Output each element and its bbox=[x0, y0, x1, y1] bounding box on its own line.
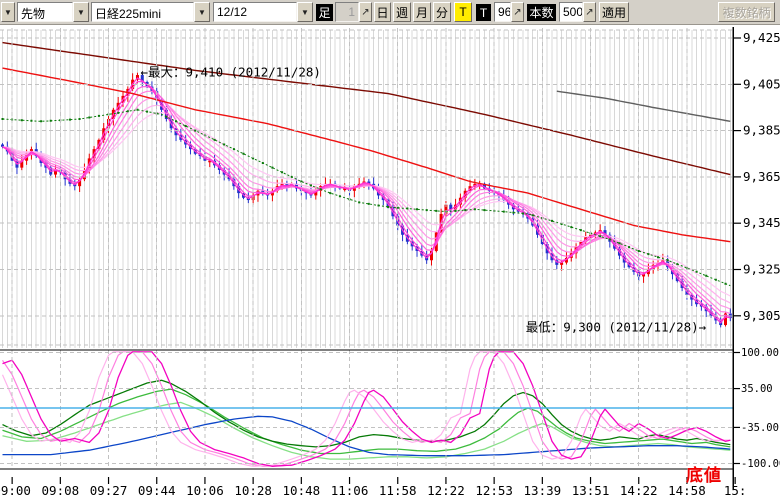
annotations: ←最大：9,410 (2012/11/28) 最低：9,300 (2012/11/… bbox=[140, 65, 706, 335]
time-axis-label: 09:27 bbox=[90, 483, 128, 498]
ma-dotted-green bbox=[3, 110, 731, 286]
dropdown-arrow-icon[interactable]: ▼ bbox=[297, 2, 313, 22]
diagonal-spinner-icon[interactable]: ↗ bbox=[583, 2, 596, 22]
interval-stepper[interactable]: 1 ↗ bbox=[335, 2, 372, 22]
time-axis-label: 11:06 bbox=[331, 483, 369, 498]
time-axis: 09:00 09:08 09:27 09:44 10:06 10:28 10:48 11:06… bbox=[0, 477, 746, 498]
candles-layer bbox=[1, 72, 732, 327]
collapsed-combo-button[interactable]: ▼ bbox=[1, 2, 15, 22]
market-combo[interactable]: 先物 ▼ bbox=[17, 2, 89, 22]
ribbon-ema-line bbox=[3, 91, 731, 313]
tick-mode-label: T bbox=[476, 4, 491, 21]
oscillator-axis-label: -100.00 bbox=[741, 458, 780, 470]
diagonal-spinner-icon[interactable]: ↗ bbox=[511, 2, 524, 22]
price-axis-label: 9,365 bbox=[743, 169, 780, 184]
multi-symbol-button[interactable]: 複数銘柄 bbox=[718, 2, 775, 22]
symbol-combo[interactable]: 日経225mini ▼ bbox=[91, 2, 210, 22]
oscillator-axis-label: 100.00 bbox=[741, 347, 779, 359]
bar-count-stepper[interactable]: 500 ↗ bbox=[559, 2, 596, 22]
period-tick-button[interactable]: T bbox=[454, 2, 472, 22]
time-axis-label: 14:22 bbox=[620, 483, 658, 498]
oscillator-axis-label: -35.00 bbox=[741, 422, 779, 434]
price-axis-label: 9,305 bbox=[743, 308, 780, 323]
ribbon-ema-line bbox=[3, 87, 731, 317]
apply-button[interactable]: 適用 bbox=[599, 2, 629, 22]
ma-long-darkred bbox=[3, 43, 731, 175]
time-axis-label: 10:28 bbox=[234, 483, 272, 498]
tick-count-stepper[interactable]: 96 ↗ bbox=[494, 2, 524, 22]
ma-ribbon bbox=[3, 78, 731, 323]
symbol-combo-value: 日経225mini bbox=[91, 2, 194, 22]
per-bar-gridlines bbox=[3, 30, 731, 348]
bottom-price-label: 底値 bbox=[686, 461, 722, 486]
ribbon-ema-line bbox=[3, 105, 731, 303]
time-axis-label: 09:00 bbox=[0, 483, 31, 498]
osc-green-dark bbox=[3, 380, 731, 447]
price-axis-label: 9,345 bbox=[743, 215, 780, 230]
period-day-button[interactable]: 日 bbox=[374, 2, 391, 22]
price-axis-label: 9,425 bbox=[743, 30, 780, 45]
max-price-annotation: ←最大：9,410 (2012/11/28) bbox=[140, 65, 321, 80]
price-axis-label: 9,385 bbox=[743, 123, 780, 138]
time-axis-label: 09:08 bbox=[42, 483, 80, 498]
price-axis-label: 9,325 bbox=[743, 262, 780, 277]
time-axis-label: 13:39 bbox=[524, 483, 562, 498]
ma-overlays bbox=[2, 43, 731, 286]
time-axis-label: 09:44 bbox=[138, 483, 176, 498]
period-week-button[interactable]: 週 bbox=[393, 2, 411, 22]
dropdown-arrow-icon[interactable]: ▼ bbox=[73, 2, 89, 22]
time-axis-label: 10:48 bbox=[283, 483, 321, 498]
min-price-annotation: 最低：9,300 (2012/11/28)→ bbox=[526, 319, 707, 334]
period-minute-button[interactable]: 分 bbox=[433, 2, 451, 22]
time-axis-label: 11:58 bbox=[379, 483, 417, 498]
dropdown-arrow-icon[interactable]: ▼ bbox=[194, 2, 210, 22]
bar-count-label: 本数 bbox=[527, 4, 556, 21]
toolbar: ▼ 先物 ▼ 日経225mini ▼ 12/12 ▼ 足 1 ↗ 日 週 月 分… bbox=[0, 0, 780, 25]
trading-chart-window: 9,425 9,405 9,385 9,365 9,345 9,325 9,305 100.0… bbox=[0, 0, 780, 500]
market-combo-value: 先物 bbox=[17, 2, 73, 22]
price-gridlines bbox=[0, 30, 733, 345]
diagonal-spinner-icon[interactable]: ↗ bbox=[359, 2, 372, 22]
ribbon-ema-line bbox=[3, 78, 731, 323]
osc-magenta-companion bbox=[3, 352, 731, 466]
oscillator-pane[interactable] bbox=[3, 352, 731, 466]
dropdown-arrow-icon: ▼ bbox=[4, 8, 12, 17]
time-axis-label: 12:53 bbox=[475, 483, 513, 498]
period-month-button[interactable]: 月 bbox=[413, 2, 431, 22]
price-axis: 9,425 9,405 9,385 9,365 9,345 9,325 9,305 100.0… bbox=[733, 27, 780, 490]
time-axis-label: 13:51 bbox=[572, 483, 610, 498]
bar-count-value: 500 bbox=[559, 2, 583, 22]
time-axis-label: 10:06 bbox=[186, 483, 224, 498]
ashi-toggle[interactable]: 足 bbox=[316, 4, 333, 21]
time-axis-label: 12:22 bbox=[427, 483, 465, 498]
date-combo-value: 12/12 bbox=[213, 2, 297, 22]
oscillator-axis-label: 35.00 bbox=[741, 383, 773, 395]
ma-medium-red bbox=[3, 68, 731, 242]
price-axis-label: 9,405 bbox=[743, 76, 780, 91]
time-axis-label: 15: bbox=[724, 483, 747, 498]
interval-value: 1 bbox=[335, 2, 359, 22]
ribbon-ema-line bbox=[3, 113, 731, 296]
date-combo[interactable]: 12/12 ▼ bbox=[213, 2, 313, 22]
price-chart-svg[interactable]: 9,425 9,405 9,385 9,365 9,345 9,325 9,305 100.0… bbox=[0, 0, 780, 500]
tick-count-value: 96 bbox=[494, 2, 511, 22]
main-pane[interactable] bbox=[1, 30, 732, 348]
